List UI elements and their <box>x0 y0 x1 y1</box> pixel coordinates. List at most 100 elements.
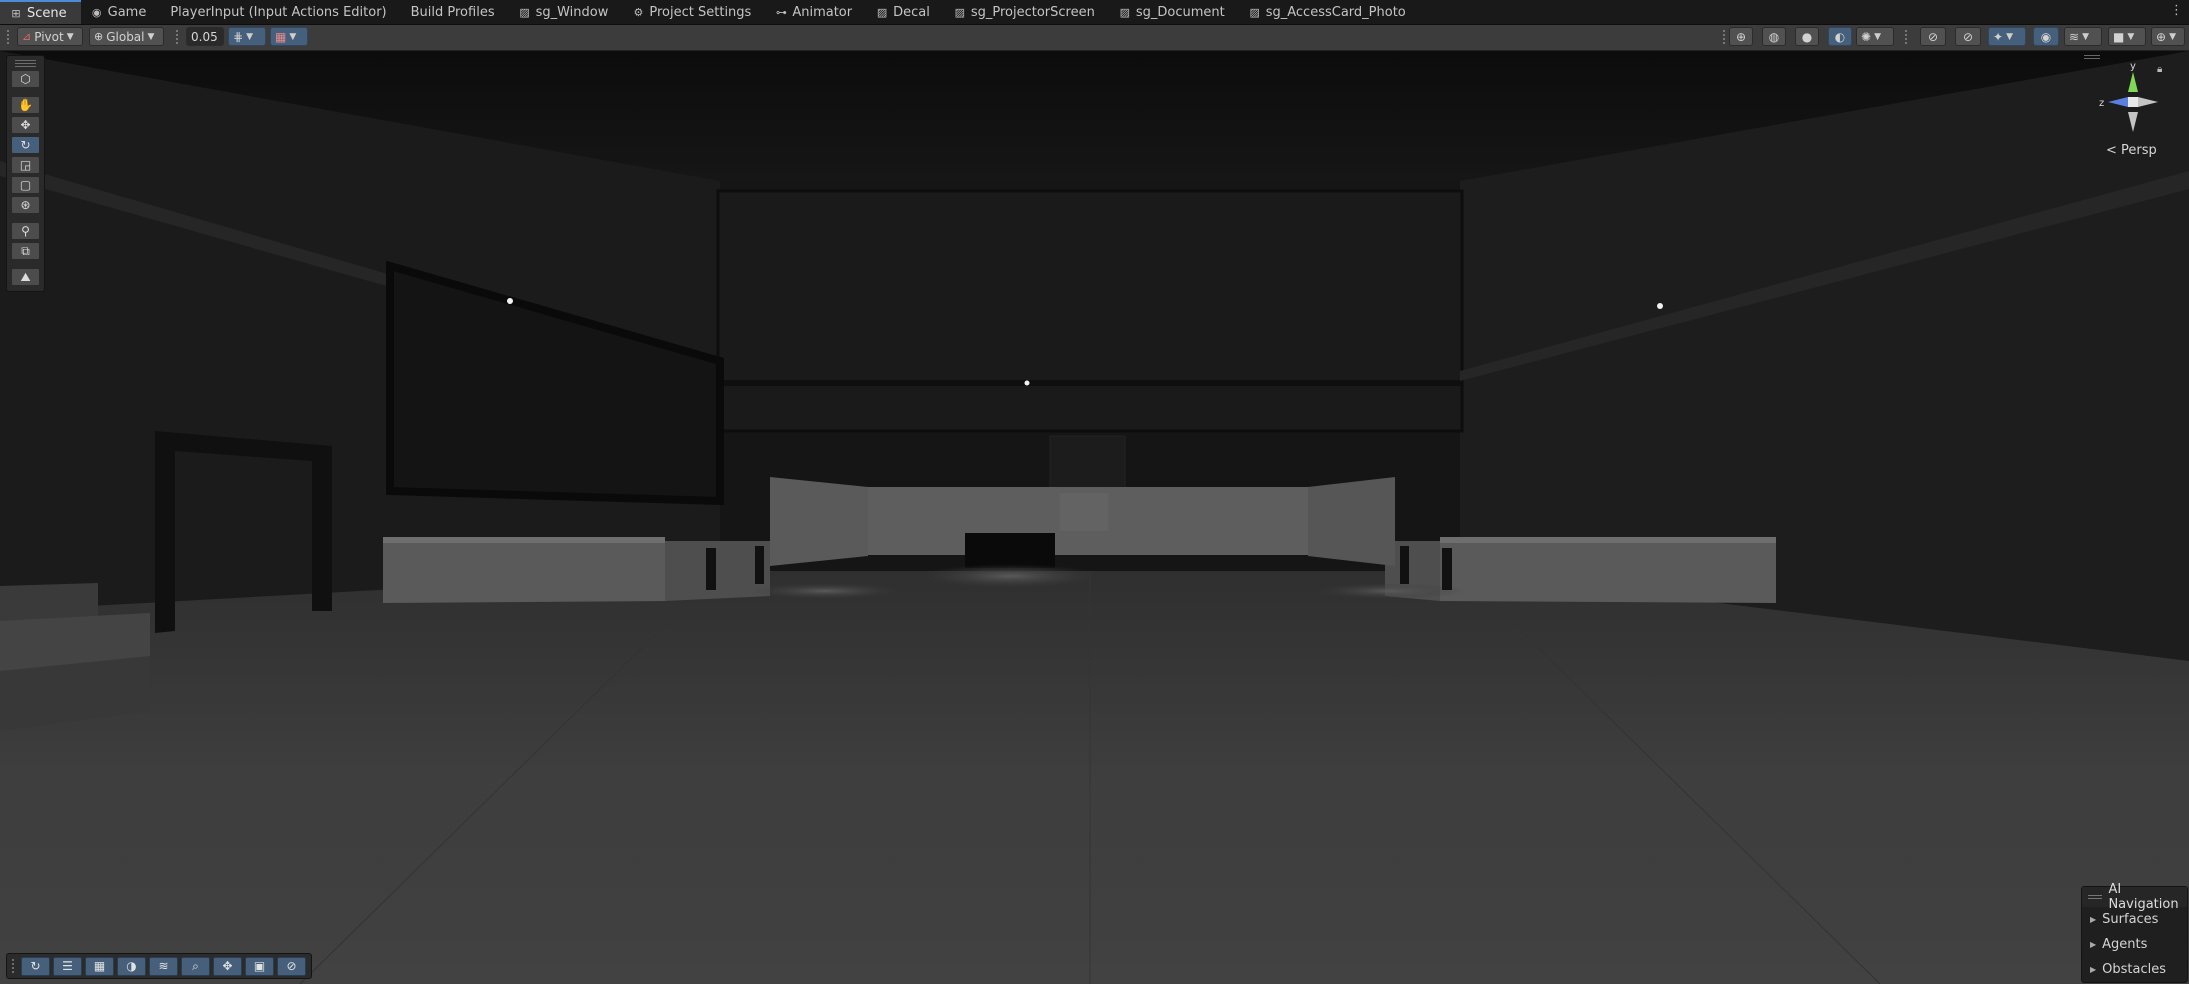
shadergraph-icon: ▨ <box>876 5 888 19</box>
camera-overlay-button[interactable]: ▣ <box>245 956 274 976</box>
move-tool-button[interactable]: ✥ <box>11 116 40 134</box>
view-tool-button[interactable]: ⬡ <box>11 70 40 88</box>
chevron-down-icon: ▼ <box>1874 31 1881 42</box>
gizmo-z-label: z <box>2099 98 2104 109</box>
more-options-icon[interactable]: ⋮ <box>2170 3 2183 18</box>
toolbar-grip[interactable] <box>7 30 9 44</box>
pivot-dropdown[interactable]: ⊿ Pivot ▼ <box>17 27 83 46</box>
unlit-sphere-icon: ◐ <box>1834 29 1846 44</box>
debug-draw-dropdown[interactable]: ✺ ▼ <box>1856 27 1894 46</box>
toolbar-grip[interactable] <box>176 30 178 44</box>
overlay-grip[interactable] <box>15 60 36 67</box>
tab-build-profiles[interactable]: Build Profiles <box>401 0 509 24</box>
effects-dropdown[interactable]: ✦ ▼ <box>1988 27 2026 46</box>
shaded-button[interactable]: ● <box>1795 27 1819 46</box>
gizmo-center-cube[interactable] <box>2128 97 2138 107</box>
ai-nav-agents[interactable]: ▶ Agents <box>2082 932 2187 957</box>
layers-icon: ≋ <box>158 959 169 973</box>
gizmo-y-axis[interactable] <box>2128 72 2138 92</box>
search-overlay-button[interactable]: ⌕ <box>181 956 210 976</box>
projection-toggle[interactable]: < Persp <box>2106 143 2157 158</box>
gizmo-neg-z-axis[interactable] <box>2138 97 2158 107</box>
layers-dropdown[interactable]: ≋ ▼ <box>2064 27 2102 46</box>
gizmos-dropdown[interactable]: ⊕ ▼ <box>2151 27 2185 46</box>
toolbar-grip[interactable] <box>1905 30 1907 44</box>
terrain-tool-button[interactable]: ⛰ <box>11 268 40 286</box>
compass-overlay-button[interactable]: ⊘ <box>277 956 306 976</box>
grid-snap-toggle[interactable]: ⋕ ▼ <box>228 27 266 46</box>
gizmo-neg-y-axis[interactable] <box>2128 112 2138 132</box>
tab-sg-access-card-photo[interactable]: ▨ sg_AccessCard_Photo <box>1239 0 1420 24</box>
gizmo-z-axis[interactable] <box>2108 97 2128 107</box>
shaded-wireframe-icon: ◍ <box>1768 29 1780 44</box>
refresh-overlay-button[interactable]: ↻ <box>21 956 50 976</box>
snap-increment-input[interactable] <box>191 29 221 44</box>
tab-animator[interactable]: ⊶ Animator <box>765 0 866 24</box>
move-overlay-button[interactable]: ✥ <box>213 956 242 976</box>
draw-mode-button[interactable]: ⊕ <box>1729 27 1753 46</box>
move-icon: ✥ <box>222 959 233 973</box>
toolbar-grip[interactable] <box>1723 30 1725 44</box>
tab-label: Build Profiles <box>410 4 495 20</box>
custom-tool-button[interactable]: ⚲ <box>11 222 40 240</box>
chevron-down-icon: ▼ <box>66 31 74 42</box>
refresh-icon: ↻ <box>30 959 41 973</box>
global-dropdown[interactable]: ⊕ Global ▼ <box>89 27 164 46</box>
chevron-down-icon: ▼ <box>2169 31 2176 42</box>
ai-navigation-title: AI Navigation <box>2108 882 2179 912</box>
custom-tool-icon: ⚲ <box>21 224 30 238</box>
scale-tool-button[interactable]: ◲ <box>11 156 40 174</box>
snap-increment-field[interactable] <box>186 27 224 46</box>
chevron-down-icon: ▼ <box>147 31 155 42</box>
tab-game[interactable]: ◉ Game <box>81 0 161 24</box>
hand-tool-button[interactable]: ✋ <box>11 96 40 114</box>
sliders-icon: ☰ <box>62 959 73 973</box>
editor-tab-bar: ⊞ Scene ◉ Game PlayerInput (Input Action… <box>0 0 2189 25</box>
tab-sg-document[interactable]: ▨ sg_Document <box>1109 0 1239 24</box>
tab-sg-projector-screen[interactable]: ▨ sg_ProjectorScreen <box>944 0 1109 24</box>
overlay-grip[interactable] <box>12 959 14 973</box>
chevron-down-icon: ▼ <box>2006 31 2013 42</box>
tab-project-settings[interactable]: ⚙ Project Settings <box>622 0 765 24</box>
2d-icon: ⊘ <box>1927 29 1939 44</box>
tab-label: Animator <box>792 4 853 20</box>
eye-icon: ◉ <box>2040 29 2052 44</box>
effects-icon: ✦ <box>1993 29 2004 44</box>
tab-label: sg_AccessCard_Photo <box>1265 4 1406 20</box>
tab-player-input[interactable]: PlayerInput (Input Actions Editor) <box>160 0 400 24</box>
grid-visibility-toggle[interactable]: ▦ ▼ <box>270 27 308 46</box>
tab-decal[interactable]: ▨ Decal <box>866 0 944 24</box>
tab-scene[interactable]: ⊞ Scene <box>0 0 81 24</box>
rotate-tool-button[interactable]: ↻ <box>11 136 40 154</box>
camera-dropdown[interactable]: ■ ▼ <box>2108 27 2146 46</box>
ai-nav-obstacles[interactable]: ▶ Obstacles <box>2082 957 2187 982</box>
grid-hatch-icon: ▦ <box>93 959 106 973</box>
tools-overlay: ⬡ ✋ ✥ ↻ ◲ ▢ ⊛ ⚲ ⧉ ⛰ <box>6 55 45 292</box>
unlit-button[interactable]: ◐ <box>1828 27 1852 46</box>
scene-viewport[interactable] <box>0 51 2189 984</box>
scene-visibility-button[interactable]: ◉ <box>2033 27 2059 46</box>
orientation-gizmo[interactable]: y z <box>2092 60 2174 138</box>
compass-icon: ⊘ <box>286 959 297 973</box>
shaded-sphere-icon: ● <box>1801 29 1813 44</box>
chevron-down-icon: ▼ <box>2127 31 2135 42</box>
shaded-wireframe-button[interactable]: ◍ <box>1762 27 1786 46</box>
component-tool-button[interactable]: ⧉ <box>11 242 40 260</box>
tab-label: sg_ProjectorScreen <box>970 4 1095 20</box>
overlay-grip[interactable] <box>2088 894 2103 900</box>
scene-overlay-toolbar: ↻ ☰ ▦ ◑ ≋ ⌕ ✥ ▣ ⊘ <box>6 953 312 979</box>
chevron-right-icon: ▶ <box>2090 915 2097 924</box>
rect-tool-button[interactable]: ▢ <box>11 176 40 194</box>
ai-navigation-header[interactable]: AI Navigation <box>2082 882 2187 912</box>
transform-tool-button[interactable]: ⊛ <box>11 196 40 214</box>
sliders-overlay-button[interactable]: ☰ <box>53 956 82 976</box>
lighting-toggle-button[interactable]: ⊘ <box>1955 27 1981 46</box>
camera-icon: ▣ <box>253 959 266 973</box>
tab-label: Scene <box>27 5 67 21</box>
grid-overlay-button[interactable]: ▦ <box>85 956 114 976</box>
2d-toggle-button[interactable]: ⊘ <box>1920 27 1946 46</box>
shadergraph-icon: ▨ <box>519 5 530 19</box>
layers-overlay-button[interactable]: ≋ <box>149 956 178 976</box>
sphere-overlay-button[interactable]: ◑ <box>117 956 146 976</box>
tab-sg-window[interactable]: ▨ sg_Window <box>509 0 623 24</box>
